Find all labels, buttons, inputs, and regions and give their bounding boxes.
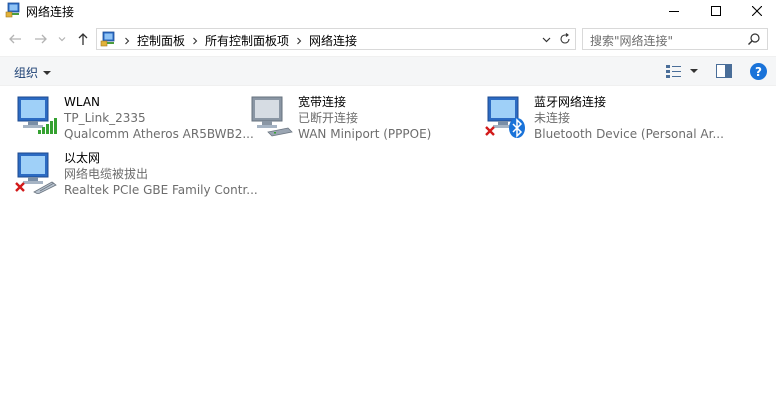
connection-item-bluetooth[interactable]: 蓝牙网络连接 未连接 Bluetooth Device (Personal Ar… xyxy=(484,94,724,144)
connection-text: 宽带连接 已断开连接 WAN Miniport (PPPOE) xyxy=(298,94,431,142)
connection-item-wlan[interactable]: WLAN TP_Link_2335 Qualcomm Atheros AR5BW… xyxy=(14,94,254,144)
breadcrumb-separator-icon[interactable] xyxy=(119,37,135,45)
refresh-icon xyxy=(560,33,570,44)
arrow-left-icon xyxy=(9,34,21,44)
window-title: 网络连接 xyxy=(26,5,75,19)
address-bar[interactable]: 控制面板 所有控制面板项 网络连接 xyxy=(96,28,576,50)
title-bar: 网络连接 xyxy=(0,0,776,22)
connection-name: 以太网 xyxy=(64,151,101,165)
chevron-down-icon xyxy=(58,37,66,42)
connection-status: 已断开连接 xyxy=(298,111,359,125)
breadcrumb-separator-icon[interactable] xyxy=(291,37,307,45)
close-icon xyxy=(752,6,762,16)
connection-device: Realtek PCIe GBE Family Contr... xyxy=(64,183,258,197)
arrow-up-icon xyxy=(78,33,88,45)
breadcrumb: 控制面板 所有控制面板项 网络连接 xyxy=(119,32,359,49)
command-bar: 组织 ? xyxy=(0,56,776,86)
view-options-dropdown-icon[interactable] xyxy=(690,67,698,75)
maximize-icon xyxy=(711,6,721,16)
address-row: 控制面板 所有控制面板项 网络连接 搜索"网络连接" xyxy=(0,24,776,54)
search-placeholder: 搜索"网络连接" xyxy=(590,34,674,48)
connection-text: 蓝牙网络连接 未连接 Bluetooth Device (Personal Ar… xyxy=(534,94,724,142)
wifi-adapter-icon xyxy=(17,96,57,134)
minimize-button[interactable] xyxy=(654,0,694,22)
breadcrumb-control-panel[interactable]: 控制面板 xyxy=(135,32,187,49)
search-icon xyxy=(748,33,760,45)
preview-pane-icon[interactable] xyxy=(716,64,732,78)
forward-button[interactable] xyxy=(32,30,50,48)
breadcrumb-network-connections[interactable]: 网络连接 xyxy=(307,32,359,49)
chevron-down-icon xyxy=(542,37,550,42)
minimize-icon xyxy=(669,11,679,12)
recent-locations-button[interactable] xyxy=(56,30,68,48)
connection-name: 蓝牙网络连接 xyxy=(534,95,607,109)
connection-status: 网络电缆被拔出 xyxy=(64,167,149,181)
up-button[interactable] xyxy=(74,30,92,48)
help-icon[interactable]: ? xyxy=(750,63,767,80)
connection-text: 以太网 网络电缆被拔出 Realtek PCIe GBE Family Cont… xyxy=(64,150,258,198)
address-history-button[interactable] xyxy=(539,32,553,46)
connection-text: WLAN TP_Link_2335 Qualcomm Atheros AR5BW… xyxy=(64,94,254,142)
broadband-modem-icon xyxy=(251,96,293,137)
connection-status: TP_Link_2335 xyxy=(64,111,146,125)
organize-button[interactable]: 组织 xyxy=(14,64,52,81)
connection-device: Bluetooth Device (Personal Ar... xyxy=(534,127,724,141)
organize-label: 组织 xyxy=(14,66,39,80)
network-connections-app-icon xyxy=(5,2,20,18)
bluetooth-adapter-icon xyxy=(485,96,525,138)
connection-device: Qualcomm Atheros AR5BWB2... xyxy=(64,127,254,141)
connection-item-ethernet[interactable]: 以太网 网络电缆被拔出 Realtek PCIe GBE Family Cont… xyxy=(14,150,258,200)
maximize-button[interactable] xyxy=(696,0,736,22)
connection-name: 宽带连接 xyxy=(298,95,347,109)
search-input[interactable]: 搜索"网络连接" xyxy=(582,28,768,50)
connection-item-broadband[interactable]: 宽带连接 已断开连接 WAN Miniport (PPPOE) xyxy=(248,94,478,144)
connection-name: WLAN xyxy=(64,95,101,109)
breadcrumb-separator-icon[interactable] xyxy=(187,37,203,45)
ethernet-adapter-icon xyxy=(15,152,57,194)
refresh-button[interactable] xyxy=(557,31,573,47)
connection-status: 未连接 xyxy=(534,111,571,125)
breadcrumb-all-items[interactable]: 所有控制面板项 xyxy=(203,32,291,49)
change-view-icon[interactable] xyxy=(666,64,682,78)
arrow-right-icon xyxy=(35,34,47,44)
control-panel-icon xyxy=(100,31,115,47)
connection-device: WAN Miniport (PPPOE) xyxy=(298,127,432,141)
close-button[interactable] xyxy=(737,0,776,22)
back-button[interactable] xyxy=(6,30,24,48)
caret-down-icon xyxy=(43,70,52,75)
